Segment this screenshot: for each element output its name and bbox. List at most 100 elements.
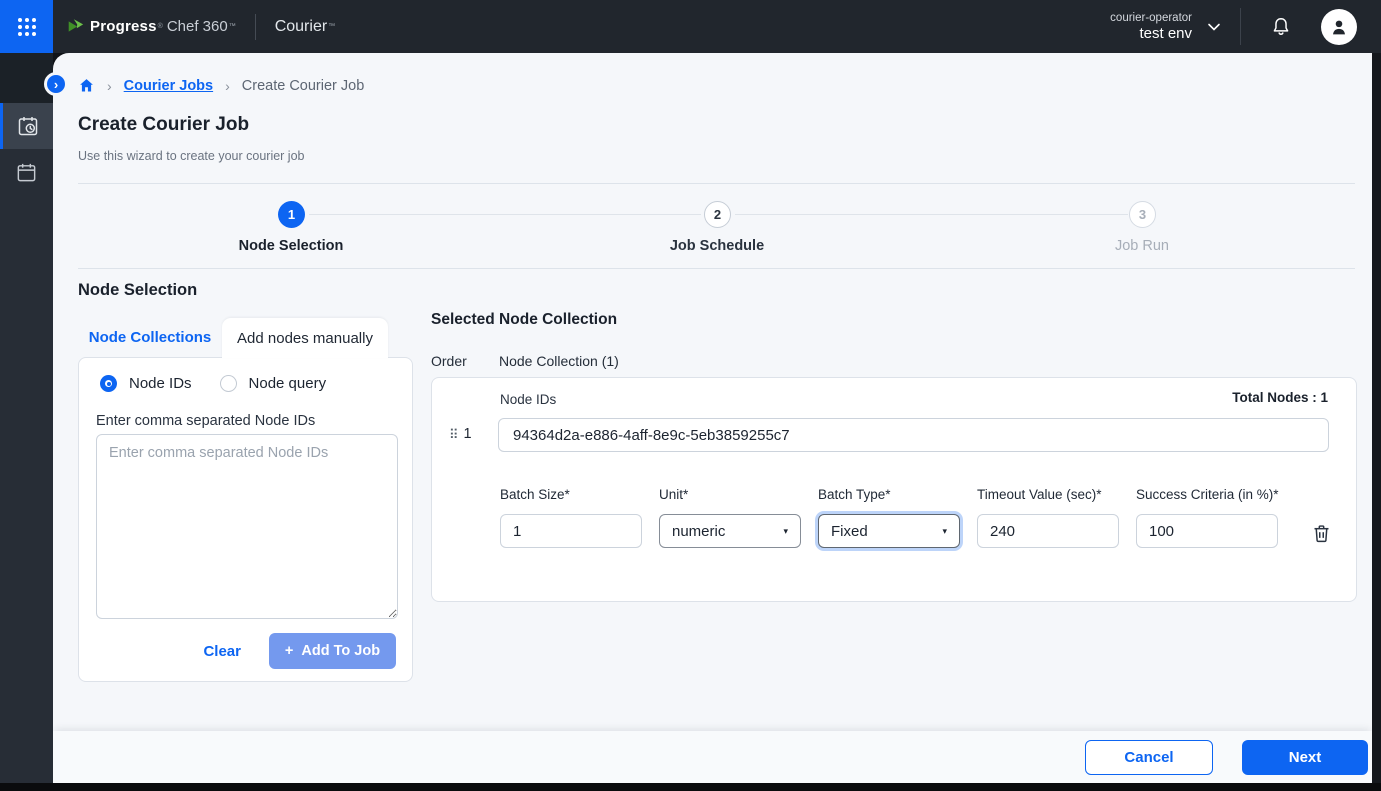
window-edge-bottom: [0, 783, 1381, 791]
brand-divider: [255, 14, 256, 40]
plus-icon: +: [285, 643, 293, 659]
batch-type-select[interactable]: Fixed ▾: [818, 514, 960, 548]
step-2-circle: 2: [704, 201, 731, 228]
notifications-button[interactable]: [1261, 16, 1301, 38]
step-3-label: Job Run: [1115, 238, 1169, 254]
waffle-grid-icon: [18, 18, 36, 36]
unit-field: Unit* numeric ▾: [659, 462, 801, 548]
sidebar-item-jobs[interactable]: [0, 103, 53, 149]
environment-name: test env: [1110, 25, 1192, 43]
tab-node-collections[interactable]: Node Collections: [78, 318, 222, 357]
node-selection-heading: Node Selection: [78, 281, 197, 300]
breadcrumb: › Courier Jobs › Create Courier Job: [78, 77, 364, 94]
org-env-switcher[interactable]: courier-operator test env: [1110, 11, 1192, 43]
unit-label: Unit*: [659, 485, 801, 506]
radio-node-query-label: Node query: [249, 375, 327, 392]
brand-lockup: Progress® Chef 360™ Courier™: [67, 14, 335, 40]
unit-select-value: numeric: [672, 523, 725, 540]
breadcrumb-separator: ›: [107, 78, 112, 94]
page-title: Create Courier Job: [78, 114, 249, 136]
step-3-circle: 3: [1129, 201, 1156, 228]
chevron-down-icon[interactable]: [1206, 19, 1222, 35]
node-ids-textarea-label: Enter comma separated Node IDs: [96, 413, 315, 429]
dropdown-arrow-icon: ▾: [783, 526, 788, 537]
breadcrumb-current: Create Courier Job: [242, 78, 365, 94]
node-input-mode-radios: Node IDs Node query: [100, 375, 326, 392]
batch-size-input[interactable]: [500, 514, 642, 548]
header-divider: [1240, 8, 1241, 45]
timeout-value-label: Timeout Value (sec)*: [977, 485, 1119, 506]
timeout-value-input[interactable]: [977, 514, 1119, 548]
sidebar-expand-button[interactable]: ›: [44, 72, 68, 96]
brand-chef360: Chef 360: [167, 18, 228, 35]
batch-type-label: Batch Type*: [818, 485, 960, 506]
step-1-circle: 1: [278, 201, 305, 228]
radio-node-ids[interactable]: [100, 375, 117, 392]
success-criteria-input[interactable]: [1136, 514, 1278, 548]
total-nodes-badge: Total Nodes : 1: [1232, 390, 1328, 405]
person-icon: [1328, 16, 1350, 38]
user-avatar[interactable]: [1321, 9, 1357, 45]
cancel-button[interactable]: Cancel: [1085, 740, 1213, 775]
main-content: › Courier Jobs › Create Courier Job Crea…: [53, 53, 1372, 783]
calendar-icon: [15, 161, 38, 184]
add-nodes-panel: Node IDs Node query Enter comma separate…: [78, 357, 413, 682]
radio-node-ids-label: Node IDs: [129, 375, 192, 392]
left-sidebar: [0, 53, 53, 783]
window-edge-right: [1372, 53, 1381, 783]
bell-icon: [1270, 16, 1292, 38]
batch-size-field: Batch Size*: [500, 462, 642, 548]
progress-mark: ®: [158, 23, 163, 30]
brand-progress: Progress: [90, 18, 157, 35]
app-window: Progress® Chef 360™ Courier™ courier-ope…: [0, 0, 1381, 791]
node-collection-card: Node IDs Total Nodes : 1 ⠿ 1 Batch Size*…: [431, 377, 1357, 602]
node-ids-field-label: Node IDs: [500, 392, 556, 407]
tab-add-nodes-manually[interactable]: Add nodes manually: [222, 318, 388, 358]
panel-actions: Clear + Add To Job: [79, 633, 412, 669]
add-to-job-button[interactable]: + Add To Job: [269, 633, 396, 669]
dropdown-arrow-icon: ▾: [942, 526, 947, 537]
app-launcher-button[interactable]: [0, 0, 53, 53]
drag-handle-icon[interactable]: ⠿: [449, 428, 459, 441]
page-subtitle: Use this wizard to create your courier j…: [78, 149, 304, 163]
product-mark: ™: [328, 23, 335, 30]
breadcrumb-separator: ›: [225, 78, 230, 94]
step-2-label: Job Schedule: [670, 238, 764, 254]
breadcrumb-link-courier-jobs[interactable]: Courier Jobs: [124, 78, 213, 94]
user-role: courier-operator: [1110, 11, 1192, 25]
chef-mark: ™: [229, 23, 236, 30]
batch-type-select-value: Fixed: [831, 523, 868, 540]
row-order-number: 1: [464, 426, 472, 442]
batch-type-field: Batch Type* Fixed ▾: [818, 462, 960, 548]
calendar-clock-icon: [16, 114, 40, 138]
chevron-right-icon: ›: [54, 78, 58, 91]
stepper-connector: [735, 214, 1128, 215]
clear-button[interactable]: Clear: [203, 643, 241, 660]
success-criteria-field: Success Criteria (in %)*: [1136, 440, 1286, 548]
order-column-label: Order: [431, 353, 467, 369]
brand-product: Courier: [275, 18, 327, 36]
divider: [78, 268, 1355, 269]
radio-node-query[interactable]: [220, 375, 237, 392]
success-criteria-label: Success Criteria (in %)*: [1136, 485, 1286, 506]
timeout-value-field: Timeout Value (sec)*: [977, 462, 1119, 548]
divider: [78, 183, 1355, 184]
batch-size-label: Batch Size*: [500, 485, 642, 506]
delete-row-button[interactable]: [1308, 520, 1334, 546]
wizard-footer: Cancel Next: [53, 731, 1372, 783]
stepper-connector: [309, 214, 701, 215]
progress-logo-icon: [67, 18, 84, 35]
add-to-job-label: Add To Job: [301, 643, 380, 659]
row-order-cell: ⠿ 1: [449, 426, 472, 442]
step-1-label: Node Selection: [239, 238, 344, 254]
trash-icon: [1311, 523, 1332, 544]
sidebar-item-schedules[interactable]: [0, 149, 53, 195]
top-right-controls: courier-operator test env: [1110, 0, 1381, 53]
next-button[interactable]: Next: [1242, 740, 1368, 775]
node-ids-textarea[interactable]: [96, 434, 398, 619]
selected-node-collection-heading: Selected Node Collection: [431, 311, 617, 329]
unit-select[interactable]: numeric ▾: [659, 514, 801, 548]
top-bar: Progress® Chef 360™ Courier™ courier-ope…: [0, 0, 1381, 53]
home-icon[interactable]: [78, 77, 95, 94]
node-collection-column-label: Node Collection (1): [499, 353, 619, 369]
